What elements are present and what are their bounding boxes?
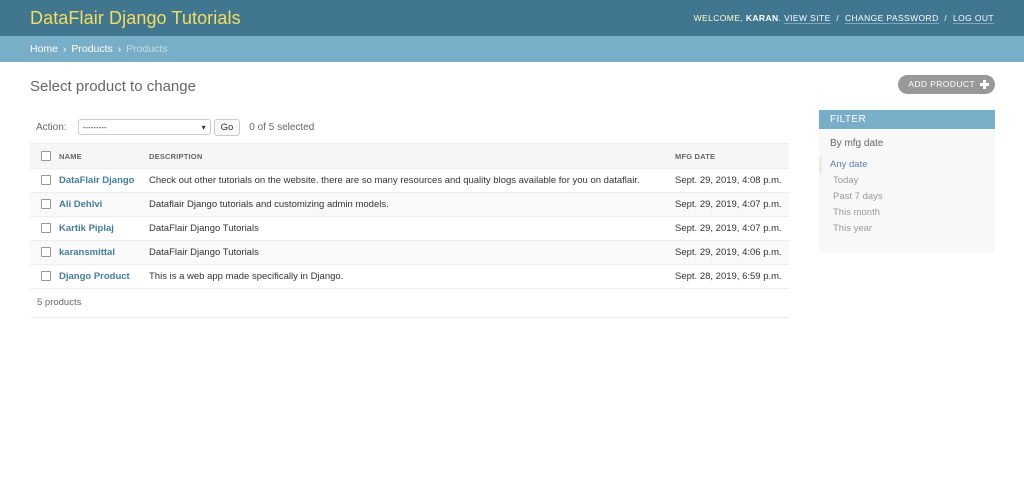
table-header-row: Name Description MFG Date [30, 143, 789, 169]
product-name-link[interactable]: Django Product [59, 271, 130, 282]
description-cell: This is a web app made specifically in D… [149, 264, 675, 289]
name-cell: Django Product [59, 264, 149, 289]
separator: / [944, 13, 948, 23]
separator: / [836, 13, 840, 23]
description-cell: DataFlair Django Tutorials [149, 216, 675, 241]
description-cell: DataFlair Django Tutorials [149, 240, 675, 265]
mfg-date-cell: Sept. 29, 2019, 4:06 p.m. [675, 240, 789, 265]
add-product-label: Add product [908, 79, 975, 89]
mfg-date-cell: Sept. 29, 2019, 4:07 p.m. [675, 216, 789, 241]
product-name-link[interactable]: Ali Dehlvi [59, 199, 102, 210]
table-row: Django Product This is a web app made sp… [30, 264, 789, 289]
action-select[interactable]: --------- ▾ [77, 119, 211, 135]
change-password-link[interactable]: Change password [844, 13, 939, 24]
view-site-link[interactable]: View site [784, 13, 831, 24]
breadcrumb-products-link[interactable]: Products [71, 43, 112, 55]
site-brand-link[interactable]: DataFlair Django Tutorials [30, 8, 241, 29]
row-checkbox-cell [30, 168, 59, 193]
product-name-link[interactable]: DataFlair Django [59, 175, 135, 186]
column-header-description-label: Description [149, 151, 203, 161]
filter-option-today[interactable]: Today [819, 173, 995, 189]
results-table: Name Description MFG Date DataFlair Djan… [30, 143, 789, 289]
filter-header: Filter [819, 110, 995, 129]
filter-option-this-month[interactable]: This month [819, 205, 995, 221]
name-cell: Ali Dehlvi [59, 192, 149, 217]
product-name-link[interactable]: Kartik Piplaj [59, 223, 114, 234]
breadcrumb: Home › Products › Products [0, 36, 1024, 62]
table-row: Ali Dehlvi Dataflair Django tutorials an… [30, 192, 789, 217]
filter-option-this-year[interactable]: This year [819, 221, 995, 237]
name-cell: karansmittal [59, 240, 149, 265]
mfg-date-cell: Sept. 28, 2019, 6:59 p.m. [675, 264, 789, 289]
description-cell: Check out other tutorials on the website… [149, 168, 675, 193]
breadcrumb-current: Products [126, 43, 168, 55]
select-all-checkbox[interactable] [40, 151, 51, 161]
name-cell: Kartik Piplaj [59, 216, 149, 241]
action-label: Action: [36, 121, 67, 133]
row-checkbox-cell [30, 216, 59, 241]
filter-options: Any date Today Past 7 days This month Th… [819, 157, 995, 237]
filter-option-any-date[interactable]: Any date [819, 157, 995, 173]
filter-option-past-7-days[interactable]: Past 7 days [819, 189, 995, 205]
table-row: Kartik Piplaj DataFlair Django Tutorials… [30, 216, 789, 241]
name-cell: DataFlair Django [59, 168, 149, 193]
breadcrumb-separator: › [117, 43, 122, 55]
row-checkbox[interactable] [40, 199, 51, 210]
go-button[interactable]: Go [213, 118, 241, 136]
log-out-link[interactable]: Log out [952, 13, 994, 24]
product-name-link[interactable]: karansmittal [59, 247, 115, 258]
column-header-name-label: Name [59, 151, 82, 161]
table-row: karansmittal DataFlair Django Tutorials … [30, 240, 789, 265]
site-header: DataFlair Django Tutorials Welcome, Kara… [0, 0, 1024, 36]
row-checkbox[interactable] [40, 175, 51, 186]
row-checkbox-cell [30, 240, 59, 265]
row-checkbox-cell [30, 192, 59, 217]
username: Karan [745, 13, 779, 23]
welcome-text: Welcome, [693, 13, 744, 23]
breadcrumb-separator: › [62, 43, 67, 55]
column-header-mfg-date[interactable]: MFG Date [675, 143, 789, 169]
row-checkbox[interactable] [40, 247, 51, 258]
row-checkbox[interactable] [40, 271, 51, 282]
mfg-date-cell: Sept. 29, 2019, 4:07 p.m. [675, 192, 789, 217]
filter-panel: Filter By mfg date Any date Today Past 7… [819, 110, 995, 253]
page-title: Select product to change [30, 78, 196, 95]
chevron-down-icon: ▾ [201, 122, 206, 132]
action-select-value: --------- [82, 122, 107, 132]
add-product-button[interactable]: Add product [898, 75, 995, 94]
plus-icon [980, 80, 989, 89]
select-all-header [30, 143, 59, 169]
description-cell: Dataflair Django tutorials and customizi… [149, 192, 675, 217]
filter-title: By mfg date [830, 138, 884, 149]
row-checkbox-cell [30, 264, 59, 289]
column-header-mfg-date-label: MFG Date [675, 151, 716, 161]
column-header-name[interactable]: Name [59, 143, 149, 169]
user-tools: Welcome, Karan. View site / Change passw… [693, 13, 994, 24]
results-table-container: Name Description MFG Date DataFlair Djan… [30, 143, 789, 289]
mfg-date-cell: Sept. 29, 2019, 4:08 p.m. [675, 168, 789, 193]
breadcrumb-home-link[interactable]: Home [30, 43, 58, 55]
actions-bar: Action: --------- ▾ Go 0 of 5 selected [30, 114, 789, 140]
selected-count: 0 of 5 selected [249, 121, 315, 133]
table-row: DataFlair Django Check out other tutoria… [30, 168, 789, 193]
column-header-description[interactable]: Description [149, 143, 675, 169]
paginator: 5 products [30, 288, 789, 318]
row-checkbox[interactable] [40, 223, 51, 234]
